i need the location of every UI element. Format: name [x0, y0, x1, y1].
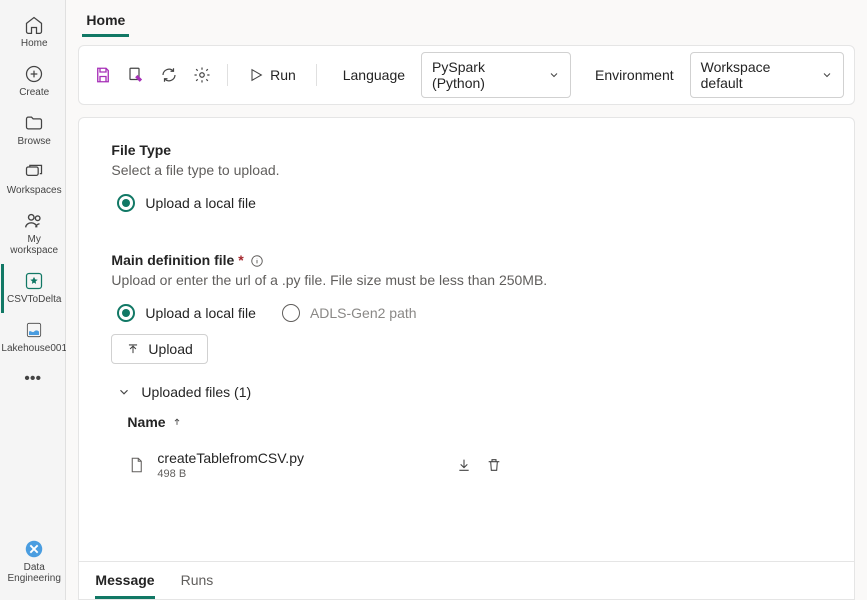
sidebar-item-workspaces[interactable]: Workspaces: [1, 155, 65, 204]
sidebar-label: Workspaces: [7, 185, 62, 196]
folder-icon: [23, 112, 45, 134]
run-label: Run: [270, 67, 296, 83]
sidebar-item-browse[interactable]: Browse: [1, 106, 65, 155]
run-button[interactable]: Run: [240, 63, 304, 87]
file-type-title: File Type: [111, 142, 822, 158]
main: Home Run Language PySpark (Python) Envir…: [66, 0, 867, 600]
language-value: PySpark (Python): [432, 59, 538, 91]
radio-icon: [117, 194, 135, 212]
settings-button[interactable]: [188, 61, 215, 89]
edit-button[interactable]: [122, 61, 149, 89]
bottom-tabs: Message Runs: [78, 562, 855, 600]
uploaded-files-label: Uploaded files (1): [141, 384, 251, 400]
content-card: File Type Select a file type to upload. …: [78, 117, 855, 562]
chevron-down-icon: [821, 69, 833, 81]
play-icon: [248, 67, 264, 83]
tab-message[interactable]: Message: [95, 572, 154, 599]
main-def-option-local[interactable]: Upload a local file: [117, 304, 256, 322]
sidebar-label: Browse: [18, 136, 51, 147]
data-engineering-icon: [23, 538, 45, 560]
plus-circle-icon: [23, 63, 45, 85]
people-icon: [23, 210, 45, 232]
file-type-option-local[interactable]: Upload a local file: [117, 194, 822, 212]
chevron-down-icon: [117, 385, 131, 399]
column-name[interactable]: Name: [127, 400, 822, 442]
language-label: Language: [343, 67, 405, 83]
radio-icon: [117, 304, 135, 322]
file-name: createTablefromCSV.py: [157, 450, 304, 466]
workspaces-icon: [23, 161, 45, 183]
sidebar-label: Create: [19, 87, 49, 98]
sidebar-label: My workspace: [4, 234, 65, 256]
radio-icon: [282, 304, 300, 322]
home-icon: [23, 14, 45, 36]
header: Home: [66, 0, 867, 37]
tab-runs[interactable]: Runs: [181, 572, 214, 599]
upload-button[interactable]: Upload: [111, 334, 207, 364]
download-button[interactable]: [456, 457, 472, 473]
spark-icon: [23, 270, 45, 292]
sidebar-item-my-workspace[interactable]: My workspace: [1, 204, 65, 264]
sidebar-item-csvtodelta[interactable]: CSVToDelta: [1, 264, 65, 313]
main-def-desc: Upload or enter the url of a .py file. F…: [111, 272, 822, 288]
main-def-option-adls[interactable]: ADLS-Gen2 path: [282, 304, 417, 322]
file-icon: [127, 456, 145, 474]
lakehouse-icon: [23, 319, 45, 341]
toolbar: Run Language PySpark (Python) Environmen…: [78, 45, 855, 105]
sidebar-item-home[interactable]: Home: [1, 8, 65, 57]
environment-value: Workspace default: [701, 59, 811, 91]
save-button[interactable]: [89, 61, 116, 89]
sidebar-item-data-engineering[interactable]: Data Engineering: [1, 532, 65, 592]
chevron-down-icon: [548, 69, 560, 81]
environment-dropdown[interactable]: Workspace default: [690, 52, 844, 98]
file-row: createTablefromCSV.py 498 B: [127, 442, 822, 488]
divider: [227, 64, 228, 86]
delete-button[interactable]: [486, 457, 502, 473]
radio-label: Upload a local file: [145, 305, 256, 321]
sidebar-label: Home: [21, 38, 48, 49]
required-asterisk: *: [238, 252, 243, 268]
upload-label: Upload: [148, 341, 192, 357]
refresh-button[interactable]: [155, 61, 182, 89]
uploaded-files-toggle[interactable]: Uploaded files (1): [117, 384, 822, 400]
sidebar-more[interactable]: •••: [0, 362, 65, 396]
file-size: 498 B: [157, 468, 304, 480]
radio-label: ADLS-Gen2 path: [310, 305, 417, 321]
upload-icon: [126, 342, 140, 356]
divider: [316, 64, 317, 86]
sidebar-item-lakehouse[interactable]: Lakehouse001: [1, 313, 65, 362]
sidebar-item-create[interactable]: Create: [1, 57, 65, 106]
sidebar: Home Create Browse Workspaces My workspa…: [0, 0, 66, 600]
file-type-desc: Select a file type to upload.: [111, 162, 822, 178]
sidebar-label: Data Engineering: [4, 562, 65, 584]
radio-label: Upload a local file: [145, 195, 256, 211]
info-icon[interactable]: [250, 254, 264, 268]
sidebar-label: Lakehouse001: [1, 343, 67, 354]
sort-up-icon: [172, 417, 182, 427]
language-dropdown[interactable]: PySpark (Python): [421, 52, 571, 98]
main-def-title: Main definition file *: [111, 252, 822, 268]
sidebar-label: CSVToDelta: [7, 294, 61, 305]
tab-home[interactable]: Home: [82, 4, 129, 37]
environment-label: Environment: [595, 67, 674, 83]
